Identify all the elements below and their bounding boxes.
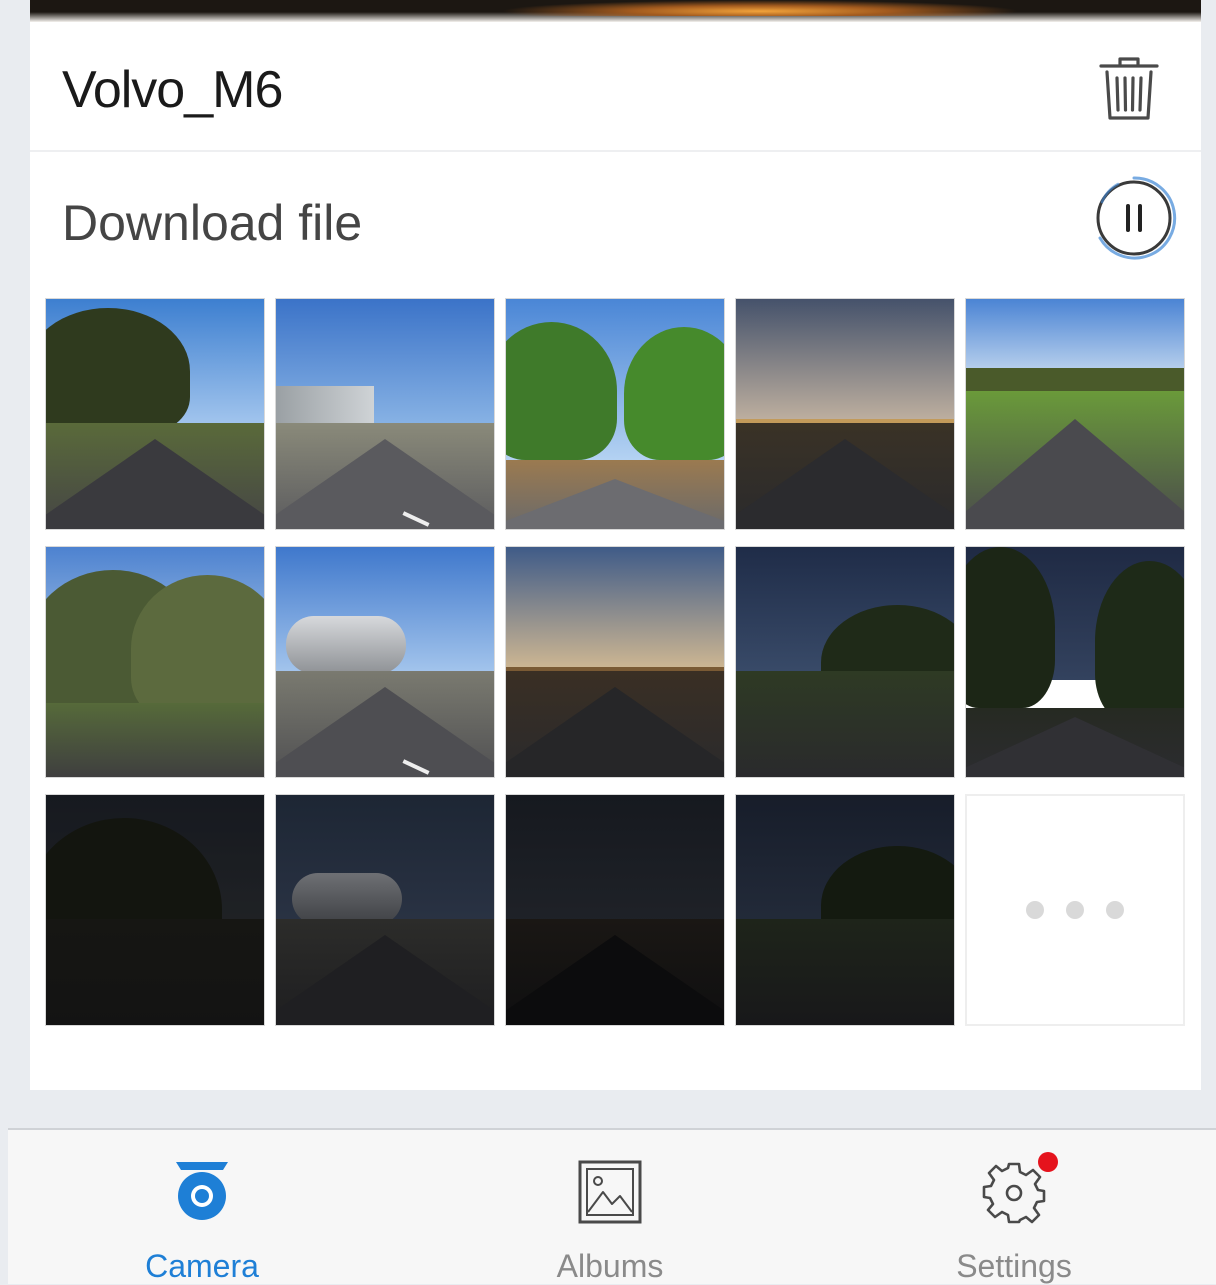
more-thumbnails-tile[interactable]	[965, 794, 1185, 1026]
more-dots-icon	[1026, 901, 1044, 919]
thumbnail[interactable]	[735, 546, 955, 778]
pause-icon	[1096, 176, 1177, 260]
thumbnail[interactable]	[505, 546, 725, 778]
thumbnail[interactable]	[735, 298, 955, 530]
header-image-strip	[30, 0, 1201, 22]
bottom-tab-bar: Camera Albums Settings	[8, 1128, 1216, 1284]
gear-icon	[982, 1162, 1046, 1224]
more-dot	[1066, 901, 1084, 919]
thumbnail[interactable]	[275, 794, 495, 1026]
more-dot	[1106, 901, 1124, 919]
thumbnail[interactable]	[505, 298, 725, 530]
delete-button[interactable]	[1098, 56, 1160, 122]
pause-download-button[interactable]	[1088, 172, 1180, 264]
thumbnail[interactable]	[275, 546, 495, 778]
notification-badge	[1038, 1152, 1058, 1172]
albums-icon	[578, 1160, 642, 1224]
trash-icon	[1099, 57, 1159, 120]
device-header: Volvo_M6	[30, 22, 1201, 152]
download-row: Download file	[30, 152, 1201, 284]
thumbnail-grid	[45, 298, 1187, 1026]
tab-albums[interactable]: Albums	[510, 1130, 710, 1284]
tab-settings-label: Settings	[956, 1248, 1072, 1284]
camera-icon	[176, 1162, 228, 1220]
device-name: Volvo_M6	[62, 61, 283, 119]
thumbnail[interactable]	[965, 298, 1185, 530]
tab-albums-label: Albums	[556, 1248, 664, 1284]
thumbnail[interactable]	[735, 794, 955, 1026]
tab-settings[interactable]: Settings	[914, 1130, 1114, 1284]
tab-camera[interactable]: Camera	[102, 1130, 302, 1284]
thumbnail[interactable]	[275, 298, 495, 530]
thumbnail[interactable]	[45, 546, 265, 778]
thumbnail[interactable]	[965, 546, 1185, 778]
tab-camera-label: Camera	[145, 1248, 259, 1284]
camera-card: Volvo_M6 Download file	[30, 22, 1201, 1090]
thumbnail[interactable]	[45, 794, 265, 1026]
thumbnail[interactable]	[505, 794, 725, 1026]
download-label: Download file	[62, 195, 363, 251]
thumbnail[interactable]	[45, 298, 265, 530]
